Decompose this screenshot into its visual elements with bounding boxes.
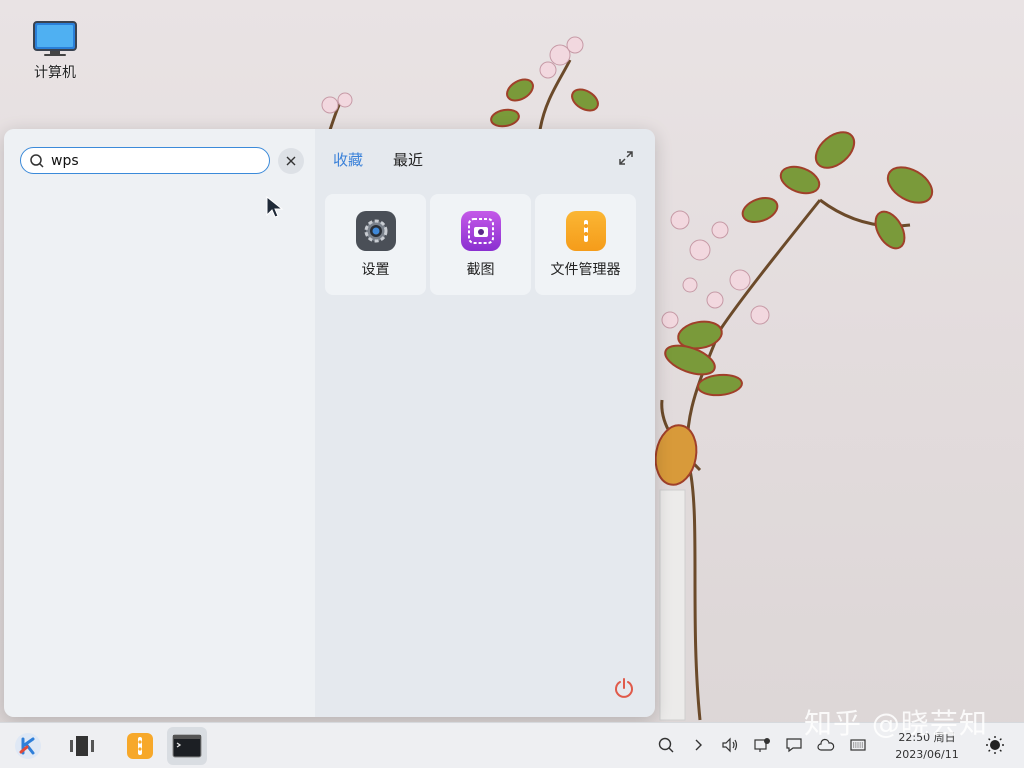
favorites-panel: 收藏 最近 设置 截图 文件管理器	[315, 129, 655, 717]
close-icon	[286, 156, 296, 166]
tab-recent[interactable]: 最近	[393, 149, 423, 170]
mouse-cursor-icon	[266, 196, 284, 218]
taskbar-file-manager[interactable]	[120, 727, 160, 765]
favorites-grid: 设置 截图 文件管理器	[325, 194, 636, 295]
theme-toggle-icon	[986, 736, 1004, 754]
desktop-icon-label: 计算机	[34, 65, 76, 81]
clock-date: 2023/06/11	[895, 748, 959, 761]
kylin-logo-icon	[15, 733, 41, 759]
tray-search[interactable]	[656, 735, 676, 755]
tray-theme[interactable]	[985, 735, 1005, 755]
taskbar-clock[interactable]: 22:50 周日 2023/06/11	[892, 729, 962, 763]
app-tile-settings[interactable]: 设置	[325, 194, 426, 295]
keyboard-icon	[850, 739, 866, 751]
tray-keyboard[interactable]	[848, 735, 868, 755]
settings-gear-icon	[355, 210, 396, 251]
app-tile-screenshot[interactable]: 截图	[430, 194, 531, 295]
file-manager-icon	[565, 210, 606, 251]
notification-icon	[786, 738, 802, 753]
power-icon[interactable]	[613, 677, 635, 699]
app-tile-label: 文件管理器	[550, 261, 621, 278]
search-input[interactable]	[51, 152, 251, 169]
multitask-view-icon	[70, 736, 94, 756]
menu-tabs: 收藏 最近	[333, 149, 423, 170]
network-icon	[754, 738, 770, 752]
desktop-icon-computer[interactable]: 计算机	[24, 20, 86, 82]
app-tile-file-manager[interactable]: 文件管理器	[535, 194, 636, 295]
tab-favorites[interactable]: 收藏	[333, 149, 363, 170]
tray-expand[interactable]	[688, 735, 708, 755]
multitask-view-button[interactable]	[62, 727, 102, 765]
volume-icon	[722, 737, 738, 753]
clock-time: 22:50 周日	[898, 731, 956, 744]
file-manager-icon	[127, 733, 153, 759]
taskbar-terminal[interactable]	[167, 727, 207, 765]
tray-volume[interactable]	[720, 735, 740, 755]
computer-icon	[33, 21, 77, 56]
clear-search-button[interactable]	[278, 148, 304, 174]
taskbar: 22:50 周日 2023/06/11	[0, 722, 1024, 768]
start-menu-button[interactable]	[8, 727, 48, 765]
search-box[interactable]	[20, 147, 270, 174]
start-menu: 收藏 最近 设置	[4, 129, 655, 717]
weather-cloud-icon	[817, 738, 835, 751]
search-icon	[30, 153, 44, 168]
app-tile-label: 截图	[466, 261, 495, 278]
terminal-icon	[172, 734, 202, 758]
search-icon	[658, 737, 674, 753]
tray-weather[interactable]	[816, 735, 836, 755]
app-tile-label: 设置	[361, 261, 390, 278]
tray-notifications[interactable]	[784, 735, 804, 755]
fullscreen-expand-icon[interactable]	[617, 149, 635, 167]
chevron-right-icon	[695, 739, 702, 751]
screenshot-camera-icon	[460, 210, 501, 251]
tray-network[interactable]	[752, 735, 772, 755]
